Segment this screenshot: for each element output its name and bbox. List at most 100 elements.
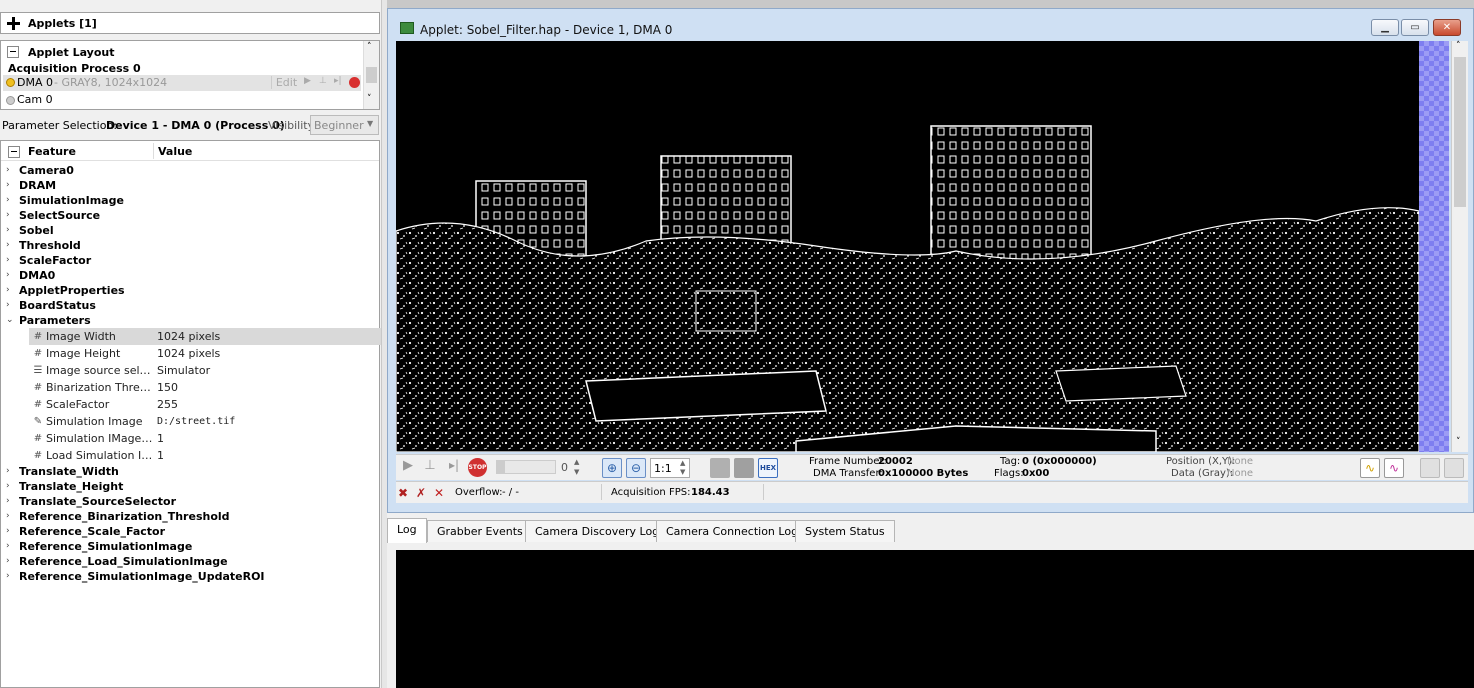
frame-number-label: Frame Number:	[809, 456, 887, 467]
expand-icon[interactable]: ›	[6, 178, 14, 193]
expand-icon[interactable]: ›	[6, 509, 14, 524]
expand-icon[interactable]: ›	[6, 223, 14, 238]
waveform-icon[interactable]: ∿	[1384, 458, 1404, 478]
stop-button[interactable]: STOP	[468, 458, 487, 477]
collapse-all-icon[interactable]	[8, 146, 20, 158]
tab-grabber-events[interactable]: Grabber Events	[427, 520, 533, 542]
expand-icon[interactable]: ›	[6, 193, 14, 208]
zoom-ratio-field[interactable]: 1:1 ▲ ▼	[650, 458, 690, 478]
expand-icon[interactable]: ›	[6, 464, 14, 479]
minimize-button[interactable]: ▁	[1371, 19, 1399, 36]
edge-image	[396, 125, 1419, 452]
cam-label[interactable]: Cam 0	[17, 93, 53, 106]
log-output[interactable]	[396, 550, 1474, 688]
spin-arrows-icon[interactable]: ▲ ▼	[574, 457, 579, 477]
step-icon[interactable]: ▸|	[334, 76, 342, 86]
expand-icon[interactable]: ›	[6, 208, 14, 223]
layers-icon[interactable]	[734, 458, 754, 478]
record-icon[interactable]: ⊥	[319, 76, 327, 86]
viewer-statusbar: ✖ ✗ ✕ Overflow: - / - Acquisition FPS: 1…	[396, 481, 1468, 503]
step-icon[interactable]: ▸|	[444, 458, 464, 478]
param-selection-label: Parameter Selection:	[2, 119, 118, 132]
layout-scrollbar[interactable]: ˄ ˅	[363, 41, 379, 109]
param-row-simulation-image[interactable]: ✎ Simulation Image D:/street.tif	[29, 413, 381, 430]
scroll-thumb[interactable]	[366, 67, 377, 83]
applet-window: Applet: Sobel_Filter.hap - Device 1, DMA…	[387, 8, 1474, 513]
play-icon[interactable]: ▶	[398, 458, 418, 478]
hash-icon: #	[33, 450, 43, 461]
histogram-icon[interactable]: ∿	[1360, 458, 1380, 478]
param-row-image-source[interactable]: ☰ Image source selec... Simulator	[29, 362, 381, 379]
expand-icon[interactable]: ›	[6, 524, 14, 539]
frame-spin-value[interactable]: 0	[561, 461, 568, 474]
clear-icon[interactable]: ✕	[434, 486, 444, 500]
scroll-thumb[interactable]	[1454, 57, 1466, 207]
flags-label: Flags:	[994, 468, 1024, 479]
feature-column-header[interactable]: Feature	[28, 145, 76, 158]
tile-icon[interactable]	[1420, 458, 1440, 478]
expand-icon[interactable]: ›	[6, 554, 14, 569]
tab-camera-connection-log[interactable]: Camera Connection Log	[656, 520, 809, 542]
expand-icon[interactable]: ›	[6, 479, 14, 494]
collapse-icon[interactable]	[7, 46, 19, 58]
overlay-icon[interactable]	[710, 458, 730, 478]
scroll-up-icon[interactable]: ˄	[1456, 41, 1461, 51]
tag-value: 0 (0x000000)	[1022, 456, 1097, 467]
no-camera-icon[interactable]: ✖	[398, 486, 408, 500]
record-icon[interactable]: ⊥	[420, 458, 440, 478]
expand-icon[interactable]: ›	[6, 163, 14, 178]
hash-icon: #	[33, 382, 43, 393]
expand-icon[interactable]: ›	[6, 298, 14, 313]
dma-edit-button[interactable]: Edit	[271, 76, 301, 89]
param-row-image-height[interactable]: # Image Height 1024 pixels	[29, 345, 381, 362]
applet-window-icon	[400, 22, 414, 34]
scroll-up-icon[interactable]: ˄	[367, 42, 372, 52]
value-column-header[interactable]: Value	[158, 145, 192, 158]
tab-log[interactable]: Log	[387, 518, 427, 543]
close-button[interactable]: ✕	[1433, 19, 1461, 36]
dma-row[interactable]: DMA 0 - GRAY8, 1024x1024 Edit ▶ ⊥ ▸|	[3, 75, 361, 91]
zoom-spin-icon[interactable]: ▲ ▼	[680, 459, 685, 477]
plus-icon[interactable]	[6, 16, 21, 31]
scroll-down-icon[interactable]: ˅	[367, 94, 372, 104]
collapse-arrow-icon[interactable]: ⌄	[6, 313, 14, 328]
flags-value: 0x00	[1022, 468, 1050, 479]
tab-camera-discovery-log[interactable]: Camera Discovery Log	[525, 520, 670, 542]
stop-icon[interactable]	[349, 77, 360, 88]
dma-transfer-value: 0x100000 Bytes	[878, 468, 969, 479]
param-row-scalefactor[interactable]: # ScaleFactor 255	[29, 396, 381, 413]
param-row-binarization[interactable]: # Binarization Thresh... 150	[29, 379, 381, 396]
expand-icon[interactable]: ›	[6, 569, 14, 584]
play-icon[interactable]: ▶	[304, 76, 311, 86]
expand-icon[interactable]: ›	[6, 253, 14, 268]
expand-icon[interactable]: ›	[6, 283, 14, 298]
applets-header[interactable]: Applets [1]	[0, 12, 380, 34]
visibility-select[interactable]: Beginner ▼	[310, 115, 379, 135]
frame-slider[interactable]	[496, 460, 556, 474]
top-strip	[387, 0, 1474, 8]
zoom-in-icon[interactable]: ⊕	[602, 458, 622, 478]
feature-table-header: Feature Value	[1, 141, 379, 161]
sobel-image-view[interactable]	[396, 41, 1419, 452]
scroll-down-icon[interactable]: ˅	[1456, 437, 1461, 447]
expand-icon[interactable]: ›	[6, 268, 14, 283]
param-row-simulation-image-index[interactable]: # Simulation IMage: ... 1	[29, 430, 381, 447]
expand-icon[interactable]: ›	[6, 238, 14, 253]
tile-alt-icon[interactable]	[1444, 458, 1464, 478]
image-scrollbar[interactable]: ˄ ˅	[1451, 41, 1468, 452]
zoom-out-icon[interactable]: ⊖	[626, 458, 646, 478]
no-record-icon[interactable]: ✗	[416, 486, 426, 500]
slider-thumb[interactable]	[497, 461, 505, 473]
data-gray-label: Data (Gray):	[1171, 468, 1234, 479]
expand-icon[interactable]: ›	[6, 494, 14, 509]
process-label: Acquisition Process 0	[8, 62, 141, 75]
expand-icon[interactable]: ›	[6, 539, 14, 554]
maximize-button[interactable]: ▭	[1401, 19, 1429, 36]
param-row-image-width[interactable]: # Image Width 1024 pixels	[29, 328, 381, 345]
tab-system-status[interactable]: System Status	[795, 520, 895, 542]
log-tab-bar: Log Grabber Events Camera Discovery Log …	[387, 518, 1474, 543]
cam-status-icon	[6, 96, 15, 105]
viewer-toolbar: ▶ ⊥ ▸| STOP 0 ▲ ▼ ⊕ ⊖ 1:1 ▲ ▼ HEX Frame Nu…	[396, 454, 1468, 480]
hex-button[interactable]: HEX	[758, 458, 778, 478]
param-row-load-simulation[interactable]: # Load Simulation Im... 1	[29, 447, 381, 464]
